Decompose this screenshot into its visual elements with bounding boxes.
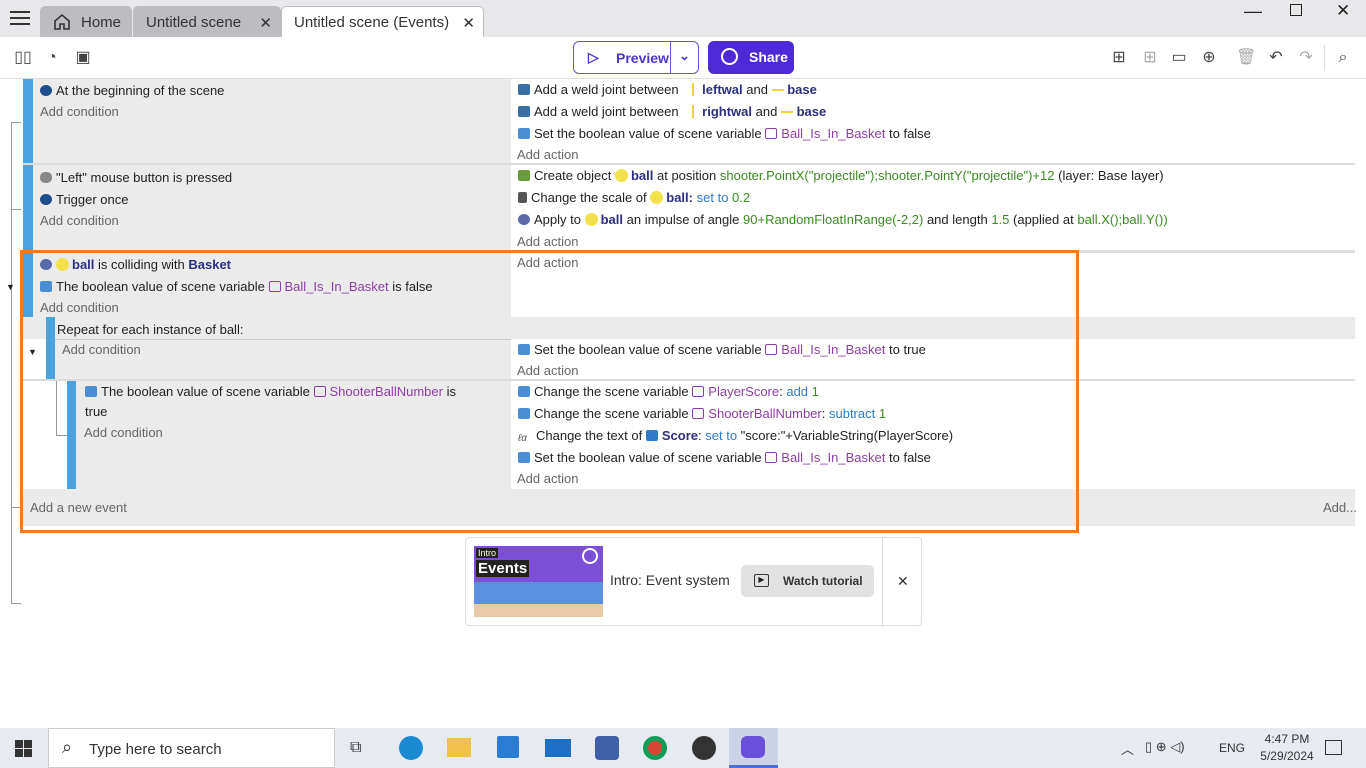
mouse-icon: [40, 172, 52, 183]
maximize-icon[interactable]: [1290, 4, 1302, 16]
action[interactable]: Create object ball at position shooter.P…: [518, 168, 1164, 183]
add-other-icon[interactable]: ⊕: [1199, 48, 1219, 68]
condition[interactable]: "Left" mouse button is pressed: [40, 170, 232, 185]
preview-label: Preview: [616, 50, 669, 66]
home-icon: [54, 13, 70, 30]
search-box[interactable]: ⌕ Type here to search: [48, 728, 335, 768]
action[interactable]: Add a weld joint between rightwal and ba…: [518, 104, 826, 119]
close-tab-icon[interactable]: ✕: [462, 14, 475, 32]
mail-icon[interactable]: [545, 739, 571, 757]
close-icon[interactable]: ✕: [897, 573, 909, 590]
language-indicator[interactable]: ENG: [1219, 741, 1245, 755]
notification-icon[interactable]: [1325, 740, 1342, 755]
action[interactable]: Add a weld joint between leftwal and bas…: [518, 82, 817, 97]
condition[interactable]: At the beginning of the scene: [40, 83, 224, 98]
add-action[interactable]: Add action: [517, 234, 578, 249]
physics-icon: [518, 84, 530, 95]
trigger-once-icon: [40, 194, 52, 205]
search-icon[interactable]: ⌕: [1333, 48, 1353, 68]
close-window-icon[interactable]: ✕: [1336, 1, 1350, 21]
search-icon: ⌕: [62, 737, 73, 757]
clock-date[interactable]: 5/29/2024: [1257, 749, 1317, 763]
add-condition[interactable]: Add condition: [40, 213, 119, 228]
create-object-icon: [518, 170, 530, 181]
action[interactable]: Set the boolean value of scene variable …: [518, 126, 931, 141]
gdevelop-taskbar-icon[interactable]: [729, 728, 778, 768]
play-icon: ▷: [588, 49, 599, 65]
tutorial-title: Intro: Event system: [610, 572, 730, 588]
chevron-down-icon[interactable]: ⌄: [679, 48, 690, 64]
undo-icon[interactable]: ↶: [1266, 48, 1286, 68]
hamburger-menu-icon[interactable]: [10, 11, 30, 27]
watch-tutorial-button[interactable]: ▶ Watch tutorial: [741, 565, 874, 597]
event-1[interactable]: At the beginning of the scene Add condit…: [23, 79, 1355, 163]
add-subevent-icon[interactable]: ⊞: [1140, 48, 1160, 68]
edge-icon[interactable]: [399, 736, 423, 760]
globe-icon: [721, 48, 738, 65]
gdevelop-logo-icon: [582, 548, 598, 564]
clock-time[interactable]: 4:47 PM: [1262, 732, 1312, 746]
scale-icon: [518, 192, 527, 203]
scene-icon: [40, 85, 52, 96]
share-label: Share: [749, 49, 788, 65]
tab-home-label: Home: [81, 13, 122, 31]
redo-icon[interactable]: ↷: [1296, 48, 1316, 68]
objects-panel-icon[interactable]: ▯▯: [13, 48, 33, 68]
action[interactable]: Change the scale of ball: set to 0.2: [518, 190, 750, 205]
toolbar: ▯▯ ◔ ▣ ▷ Preview ⌄ Share ⊞ ⊞ ▭ ⊕ 🗑 ↶ ↷ ⌕: [0, 37, 1366, 79]
event-2[interactable]: "Left" mouse button is pressed Trigger o…: [23, 165, 1355, 250]
store-icon[interactable]: [497, 736, 519, 758]
tab-events-label: Untitled scene (Events): [294, 13, 450, 31]
save-icon[interactable]: ▣: [73, 48, 93, 68]
tab-bar: Home Untitled scene ✕ Untitled scene (Ev…: [0, 0, 1366, 37]
minimize-icon[interactable]: —: [1244, 1, 1262, 22]
delete-icon[interactable]: 🗑: [1236, 48, 1256, 68]
tutorial-thumbnail[interactable]: Intro Events: [474, 546, 603, 617]
close-tab-icon[interactable]: ✕: [259, 14, 272, 32]
app-icon[interactable]: [595, 736, 619, 760]
events-sheet: ▼ At the beginning of the scene Add cond…: [0, 79, 1366, 728]
collapse-arrow-icon[interactable]: ▼: [6, 282, 15, 292]
highlight-frame: [20, 250, 1079, 533]
video-icon: ▶: [754, 574, 769, 587]
condition[interactable]: Trigger once: [40, 192, 129, 207]
tab-scene[interactable]: Untitled scene ✕: [133, 6, 281, 37]
add-event-icon[interactable]: ⊞: [1109, 48, 1129, 68]
chevron-up-icon[interactable]: ︿: [1121, 739, 1134, 758]
physics-icon: [518, 106, 530, 117]
app-p-icon[interactable]: [692, 736, 716, 760]
watch-tutorial-label: Watch tutorial: [783, 574, 863, 588]
variable-icon: [518, 128, 530, 139]
add-condition[interactable]: Add condition: [40, 104, 119, 119]
share-button[interactable]: Share: [708, 41, 794, 74]
task-view-icon[interactable]: ⧉: [350, 739, 361, 757]
thumbnail-tag: Intro: [476, 548, 499, 558]
tab-events[interactable]: Untitled scene (Events) ✕: [281, 6, 484, 37]
windows-start-icon[interactable]: [15, 740, 32, 757]
tray-icons[interactable]: ▯ ⊕ ◁): [1145, 739, 1185, 755]
add-more-button[interactable]: Add...: [1323, 500, 1357, 515]
preview-button[interactable]: ▷ Preview ⌄: [573, 41, 699, 74]
chrome-icon[interactable]: [643, 736, 667, 760]
add-comment-icon[interactable]: ▭: [1169, 48, 1189, 68]
add-action[interactable]: Add action: [517, 147, 578, 162]
action[interactable]: Apply to ball an impulse of angle 90+Ran…: [518, 212, 1168, 227]
file-explorer-icon[interactable]: [447, 738, 471, 757]
taskbar: ⌕ Type here to search ⧉ ︿ ▯ ⊕ ◁) ENG 4:4…: [0, 728, 1366, 768]
tab-scene-label: Untitled scene: [146, 13, 242, 31]
thumbnail-title: Events: [476, 560, 530, 577]
tab-home[interactable]: Home: [40, 6, 132, 37]
history-icon[interactable]: ◔: [42, 48, 62, 68]
tutorial-card: Intro Events Intro: Event system ▶ Watch…: [465, 537, 922, 627]
physics-icon: [518, 214, 530, 225]
search-placeholder: Type here to search: [89, 741, 222, 758]
